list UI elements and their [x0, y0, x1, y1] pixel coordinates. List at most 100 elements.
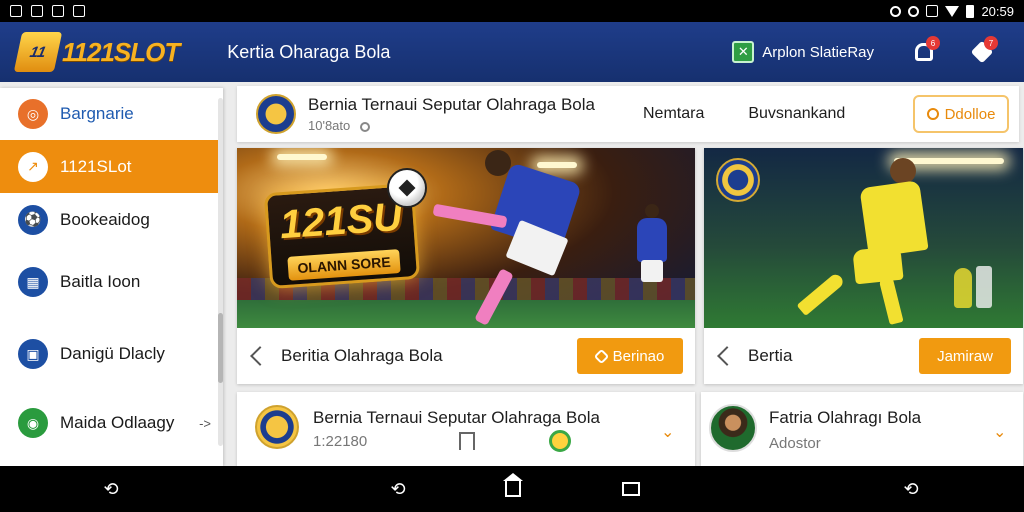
search-icon	[926, 108, 939, 120]
card-footer: Bertia Jamiraw	[704, 328, 1023, 384]
sidebar-item-label: Maida Odlaagy	[60, 413, 175, 432]
promo-plate-text: OLANN SORE	[287, 249, 401, 281]
header-link-buvsnankand[interactable]: Buvsnankand	[748, 105, 845, 123]
feature-image-runner	[704, 148, 1023, 328]
location-icon	[890, 5, 902, 17]
header-subtitle: 10'8ato	[308, 118, 595, 133]
stadium-light	[537, 162, 577, 168]
sidebar-item-label: Baitla Ioon	[60, 272, 141, 291]
background-player-head	[645, 204, 659, 218]
card-action-button[interactable]: Berinao	[577, 338, 683, 374]
football-icon: ⚽	[18, 204, 48, 235]
share-icon[interactable]	[250, 346, 270, 366]
football-icon	[387, 168, 427, 208]
back-button[interactable]: ⟲	[96, 479, 126, 499]
player-shorts	[852, 245, 904, 285]
system-nav-bar: ⟲ ⟲ ⟲	[0, 466, 1024, 512]
header-link-nemtara[interactable]: Nemtara	[643, 105, 704, 123]
list-item[interactable]: Bernia Ternaui Seputar Olahraga Bola 1:2…	[237, 392, 695, 466]
header-title: Bernia Ternaui Seputar Olahraga Bola	[308, 95, 595, 114]
header-meta: 10'8ato	[308, 118, 351, 133]
card-action-label: Berinao	[612, 347, 665, 365]
player-head	[890, 158, 916, 184]
app-logo[interactable]: 11 1121SLOT	[13, 32, 180, 72]
share-icon[interactable]	[717, 346, 737, 366]
card-title: Bertia	[748, 346, 793, 365]
card-action-button[interactable]: Jamiraw	[919, 338, 1011, 374]
sidebar-item-label: 1121SLot	[60, 156, 132, 176]
player-head	[485, 150, 511, 176]
shield-icon: ◉	[18, 408, 48, 438]
bookmark-icon[interactable]	[459, 432, 475, 450]
logo-text: 1121SLOT	[62, 36, 180, 67]
search-button[interactable]: Ddolloe	[913, 95, 1009, 133]
sidebar-item-baitla-ioon[interactable]: ▦ Baitla Ioon	[0, 246, 223, 318]
status-indicator[interactable]: ✕ Arplon SlatieRay	[732, 41, 874, 63]
club-crest-icon	[716, 158, 760, 202]
player-leg	[878, 275, 904, 325]
notification-badge: 6	[926, 36, 940, 50]
sidebar-item-label: Danigü Dlacly	[60, 344, 165, 363]
status-bar: 20:59	[0, 0, 1024, 22]
pitch	[237, 300, 695, 328]
feature-card-2[interactable]: Bertia Jamiraw	[704, 148, 1023, 384]
sync-icon	[908, 5, 920, 17]
header-text: Bernia Ternaui Seputar Olahraga Bola 10'…	[308, 95, 595, 133]
card-action-label: Jamiraw	[937, 347, 993, 365]
nfc-icon	[926, 5, 939, 17]
recents-button[interactable]	[616, 479, 646, 499]
edit-icon	[52, 5, 64, 17]
notification-icons	[10, 5, 85, 17]
list-item-meta: Adostor	[769, 435, 821, 452]
sidebar-item-bookeaidog[interactable]: ⚽ Bookeaidog	[0, 193, 223, 246]
background-player-shorts	[641, 260, 663, 282]
list-item-title: Fatria Olahragı Bola	[769, 408, 922, 427]
sidebar-item-danigu-dlacly[interactable]: ▣ Danigü Dlacly	[0, 318, 223, 390]
card-footer: Beritia Olahraga Bola Berinao	[237, 328, 695, 384]
app-bar: 11 1121SLOT Kertia Oharaga Bola ✕ Arplon…	[0, 22, 1024, 82]
notification-icon	[10, 5, 22, 17]
pin-button[interactable]: 7	[962, 32, 1002, 72]
list-item[interactable]: Fatria Olahragı Bola Adostor ⌄	[701, 392, 1023, 466]
like-icon[interactable]	[549, 430, 571, 452]
sidebar-item-bargnarie[interactable]: ◎ Bargnarie	[0, 88, 223, 140]
list-item-meta: 1:22180	[313, 433, 368, 450]
target-icon: ◎	[18, 99, 48, 129]
news-header: Bernia Ternaui Seputar Olahraga Bola 10'…	[237, 86, 1019, 142]
chevron-down-icon[interactable]: ⌄	[993, 422, 1006, 442]
avatar	[709, 404, 757, 452]
feature-image-kick: 121SU OLANN SORE	[237, 148, 695, 328]
clock-icon	[359, 121, 370, 132]
logo-mark: 11	[13, 32, 63, 72]
message-icon	[73, 5, 85, 17]
home-button[interactable]	[498, 473, 528, 499]
sidebar-item-label: Bookeaidog	[60, 209, 150, 229]
system-icons: 20:59	[890, 4, 1014, 19]
background-player	[976, 266, 992, 308]
wifi-icon	[945, 5, 960, 17]
notifications-button[interactable]: 6	[904, 32, 944, 72]
sidebar: ◎ Bargnarie ↗ 1121SLot ⚽ Bookeaidog ▦ Ba…	[0, 88, 223, 466]
status-label: Arplon SlatieRay	[762, 43, 874, 61]
image-icon	[31, 5, 43, 17]
feature-card-1[interactable]: 121SU OLANN SORE Beritia Olahraga Bola B…	[237, 148, 695, 384]
club-crest-icon	[255, 405, 299, 449]
back-button-secondary[interactable]: ⟲	[896, 479, 926, 499]
tag-icon	[593, 348, 609, 364]
chevron-down-icon[interactable]: ⌄	[661, 422, 674, 442]
player-leg	[796, 271, 846, 317]
background-player-torso	[637, 218, 667, 262]
sidebar-item-maida-odlaagy[interactable]: ◉ Maida Odlaagy ->	[0, 390, 223, 456]
sidebar-scrollbar[interactable]	[218, 98, 223, 446]
clock: 20:59	[981, 3, 1014, 19]
sidebar-item-1121slot[interactable]: ↗ 1121SLot	[0, 140, 223, 193]
page-title: Kertia Oharaga Bola	[227, 41, 391, 62]
club-crest-icon	[256, 94, 296, 134]
check-box-icon: ✕	[732, 41, 755, 63]
sidebar-scroll-thumb[interactable]	[218, 313, 223, 383]
calendar-icon: ▣	[18, 339, 48, 369]
list-item-title: Bernia Ternaui Seputar Olahraga Bola	[313, 408, 600, 427]
recents-icon	[622, 482, 640, 496]
back-icon[interactable]: ⟲	[383, 479, 413, 499]
search-button-label: Ddolloe	[944, 105, 996, 123]
